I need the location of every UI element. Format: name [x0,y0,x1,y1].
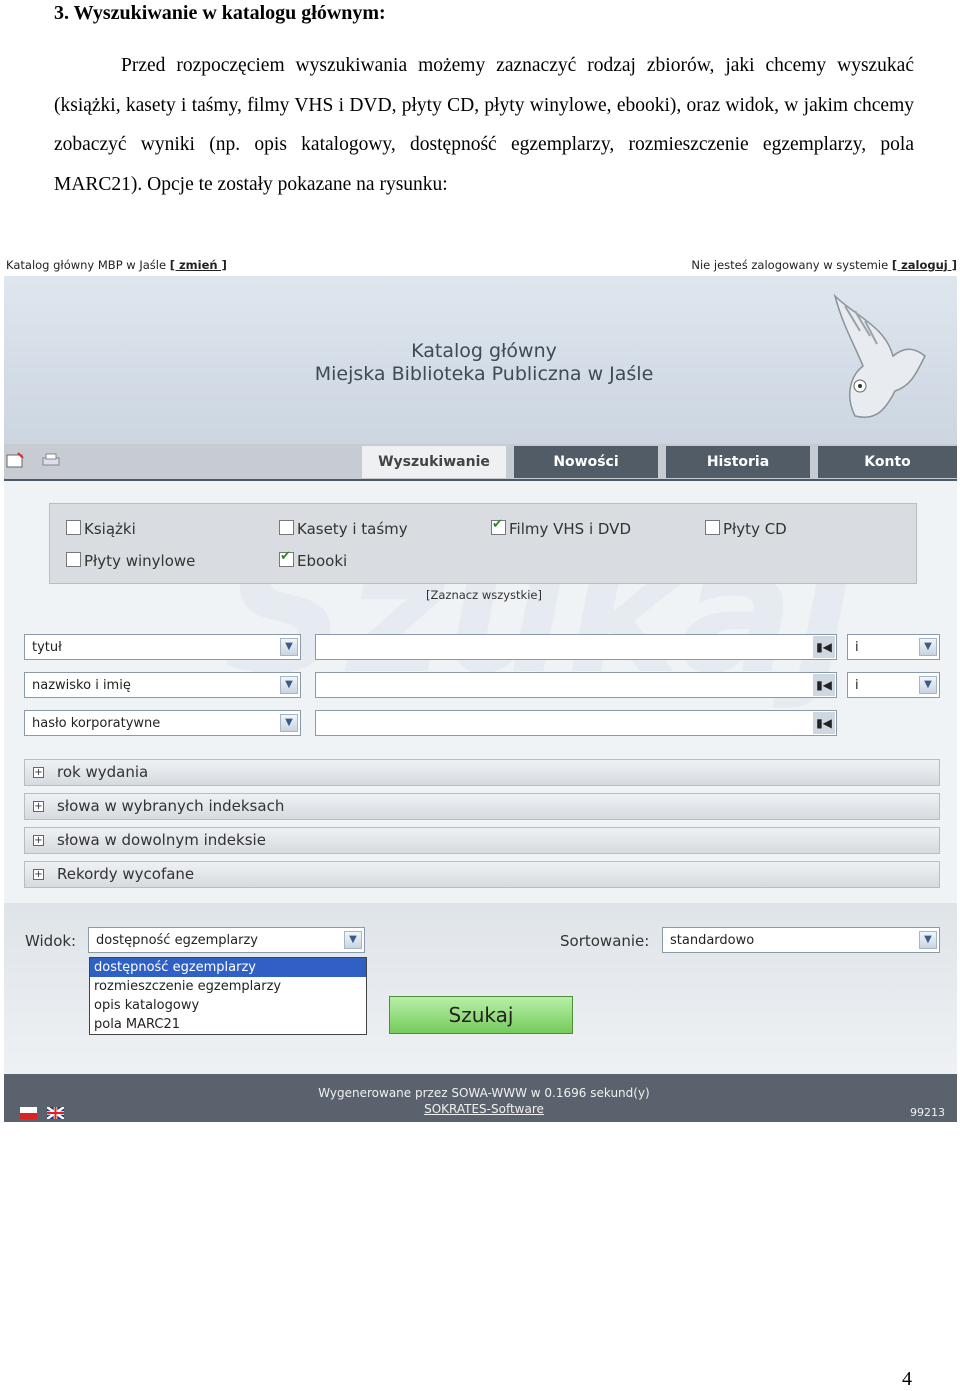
field-select-1[interactable]: tytuł ▼ [24,634,301,660]
section-heading: 3. Wyszukiwanie w katalogu głównym: [54,2,386,24]
checkbox-filmy[interactable]: Filmy VHS i DVD [491,517,631,538]
keyboard-icon[interactable]: ▮◀ [813,636,835,658]
change-catalog-link[interactable]: [ zmień ] [170,258,227,272]
view-option[interactable]: pola MARC21 [90,1015,366,1034]
operator-select-1[interactable]: i ▼ [847,634,940,660]
search-input-1[interactable]: ▮◀ [315,634,837,660]
plus-icon: + [33,835,44,846]
checkbox-ebooki[interactable]: Ebooki [279,549,347,570]
chevron-down-icon: ▼ [280,638,298,656]
checkbox-kasety[interactable]: Kasety i taśmy [279,520,408,538]
top-bar: Katalog główny MBP w Jaśle [ zmień ] Nie… [4,254,957,276]
intro-paragraph: Przed rozpoczęciem wyszukiwania możemy z… [54,55,914,195]
view-option[interactable]: opis katalogowy [90,996,366,1015]
login-link[interactable]: [ zaloguj ] [892,258,957,272]
sort-label: Sortowanie: [560,932,650,950]
owl-logo-icon [833,293,926,418]
page-number: 4 [902,1368,912,1390]
footer: Wygenerowane przez SOWA-WWW w 0.1696 sek… [4,1074,957,1122]
view-option[interactable]: dostępność egzemplarzy [90,958,366,977]
plus-icon: + [33,767,44,778]
field-select-3[interactable]: hasło korporatywne ▼ [24,710,301,736]
generated-info: Wygenerowane przez SOWA-WWW w 0.1696 sek… [318,1086,650,1100]
sort-select[interactable]: standardowo ▼ [662,927,940,953]
tab-nowosci[interactable]: Nowości [514,446,658,478]
tab-wyszukiwanie[interactable]: Wyszukiwanie [362,446,506,478]
checkbox-plyty-cd[interactable]: Płyty CD [705,520,787,538]
view-dropdown-list: dostępność egzemplarzy rozmieszczenie eg… [89,957,367,1035]
checkbox-plyty-winylowe[interactable]: Płyty winylowe [66,552,195,570]
collection-type-box: Książki Kasety i taśmy Filmy VHS i DVD P… [49,503,917,584]
visit-counter: 99213 [910,1106,945,1119]
field-select-2[interactable]: nazwisko i imię ▼ [24,672,301,698]
vendor-link[interactable]: SOKRATES-Software [4,1102,957,1116]
search-input-3[interactable]: ▮◀ [315,710,837,736]
chevron-down-icon: ▼ [280,676,298,694]
view-select[interactable]: dostępność egzemplarzy ▼ [88,927,365,953]
plus-icon: + [33,801,44,812]
chevron-down-icon: ▼ [280,714,298,732]
window-icon[interactable] [6,452,24,468]
operator-select-2[interactable]: i ▼ [847,672,940,698]
mark-all-link[interactable]: [Zaznacz wszystkie] [4,588,957,602]
print-icon[interactable] [42,452,60,468]
catalog-name: Katalog główny MBP w Jaśle [6,258,167,272]
expand-wybrane-indeksy[interactable]: + słowa w wybranych indeksach [24,793,940,820]
header-banner: Katalog główny Miejska Biblioteka Public… [4,276,957,444]
chevron-down-icon: ▼ [919,638,937,656]
tab-historia[interactable]: Historia [666,446,810,478]
tab-bar: Wyszukiwanie Nowości Historia Konto [4,444,957,481]
view-option[interactable]: rozmieszczenie egzemplarzy [90,977,366,996]
search-input-2[interactable]: ▮◀ [315,672,837,698]
checkbox-ksiazki[interactable]: Książki [66,520,136,538]
keyboard-icon[interactable]: ▮◀ [813,674,835,696]
search-button[interactable]: Szukaj [389,996,573,1034]
plus-icon: + [33,869,44,880]
chevron-down-icon: ▼ [919,931,937,949]
expand-dowolny-indeks[interactable]: + słowa w dowolnym indeksie [24,827,940,854]
expand-rok-wydania[interactable]: + rok wydania [24,759,940,786]
expand-rekordy-wycofane[interactable]: + Rekordy wycofane [24,861,940,888]
chevron-down-icon: ▼ [919,676,937,694]
catalog-screenshot: Katalog główny MBP w Jaśle [ zmień ] Nie… [4,254,957,1122]
login-status: Nie jesteś zalogowany w systemie [691,258,889,272]
tab-konto[interactable]: Konto [818,446,957,478]
keyboard-icon[interactable]: ▮◀ [813,712,835,734]
chevron-down-icon: ▼ [344,931,362,949]
view-label: Widok: [25,932,77,950]
